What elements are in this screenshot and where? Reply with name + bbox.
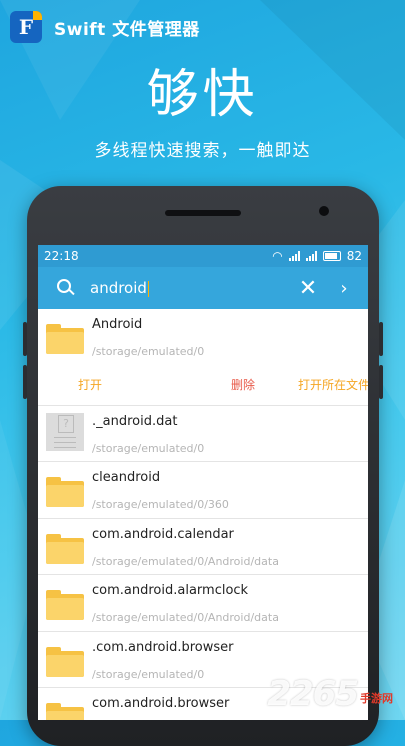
item-name: cleandroid — [92, 470, 161, 485]
item-name: Android — [92, 317, 143, 332]
phone-volume-button — [23, 365, 27, 399]
logo-accent — [33, 11, 42, 20]
phone-side-button — [379, 365, 383, 399]
status-time: 22:18 — [44, 249, 79, 263]
delete-button[interactable]: 删除 — [188, 376, 298, 393]
status-bar: 22:18 ◠ 82 — [38, 245, 368, 267]
item-name: com.android.calendar — [92, 526, 234, 542]
item-name: ._android.dat — [92, 413, 178, 429]
text-cursor — [147, 280, 149, 297]
status-icons: ◠ 82 — [272, 249, 362, 263]
folder-icon — [46, 703, 84, 720]
app-name: Swift 文件管理器 — [54, 19, 200, 40]
item-path: /storage/emulated/0/Android/data — [92, 611, 279, 624]
item-name: .com.android.browser — [92, 639, 234, 655]
site-watermark: 2265 手游网 — [267, 674, 393, 714]
list-item[interactable]: com.android.alarmclock /storage/emulated… — [38, 575, 368, 632]
phone-screen: 22:18 ◠ 82 android ✕ › Android /storage/… — [38, 245, 368, 720]
list-item[interactable]: com.android.calendar /storage/emulated/0… — [38, 519, 368, 575]
item-name: com.android.browser — [92, 696, 230, 711]
list-item[interactable]: ? ._android.dat /storage/emulated/0 — [38, 406, 368, 462]
item-actions: 打开 删除 打开所在文件.. — [38, 365, 368, 406]
clear-icon[interactable]: ✕ — [290, 276, 326, 301]
folder-icon — [46, 646, 84, 677]
folder-icon — [46, 477, 84, 507]
battery-level: 82 — [346, 249, 362, 263]
open-location-button[interactable]: 打开所在文件.. — [298, 376, 368, 393]
logo-letter: F — [18, 15, 34, 39]
headline: 够快 — [146, 65, 259, 125]
search-results-list: Android /storage/emulated/0 打开 删除 打开所在文件… — [38, 309, 368, 720]
item-path: /storage/emulated/0/Android/data — [92, 554, 279, 568]
watermark-number: 2265 — [267, 674, 359, 714]
search-query: android — [90, 279, 147, 297]
battery-icon — [322, 251, 341, 261]
search-bar: android ✕ › — [38, 267, 368, 309]
phone-camera — [319, 206, 329, 216]
signal-icon — [305, 251, 317, 261]
folder-icon — [46, 590, 84, 620]
app-logo: F — [10, 11, 42, 43]
wifi-icon: ◠ — [272, 249, 283, 263]
item-path: /storage/emulated/0 — [92, 441, 205, 455]
open-button[interactable]: 打开 — [38, 376, 188, 393]
phone-earpiece — [165, 210, 241, 216]
list-item[interactable]: cleandroid /storage/emulated/0/360 — [38, 462, 368, 519]
brand-header: F Swift 文件管理器 — [10, 10, 200, 44]
list-item[interactable]: Android /storage/emulated/0 — [38, 309, 368, 365]
search-icon[interactable] — [56, 278, 76, 298]
watermark-text: 手游网 — [360, 692, 393, 705]
signal-icon — [288, 251, 300, 261]
phone-volume-button — [23, 322, 27, 356]
search-input[interactable]: android — [90, 279, 290, 297]
item-name: com.android.alarmclock — [92, 583, 249, 598]
tagline: 多线程快速搜索，一触即达 — [94, 141, 311, 161]
folder-icon — [46, 324, 84, 354]
chevron-right-icon[interactable]: › — [326, 278, 362, 299]
unknown-file-icon: ? — [46, 412, 84, 451]
item-path: /storage/emulated/0/360 — [92, 498, 229, 511]
phone-power-button — [379, 322, 383, 356]
item-path: /storage/emulated/0 — [92, 345, 205, 358]
folder-icon — [46, 533, 84, 564]
item-path: /storage/emulated/0 — [92, 667, 205, 681]
